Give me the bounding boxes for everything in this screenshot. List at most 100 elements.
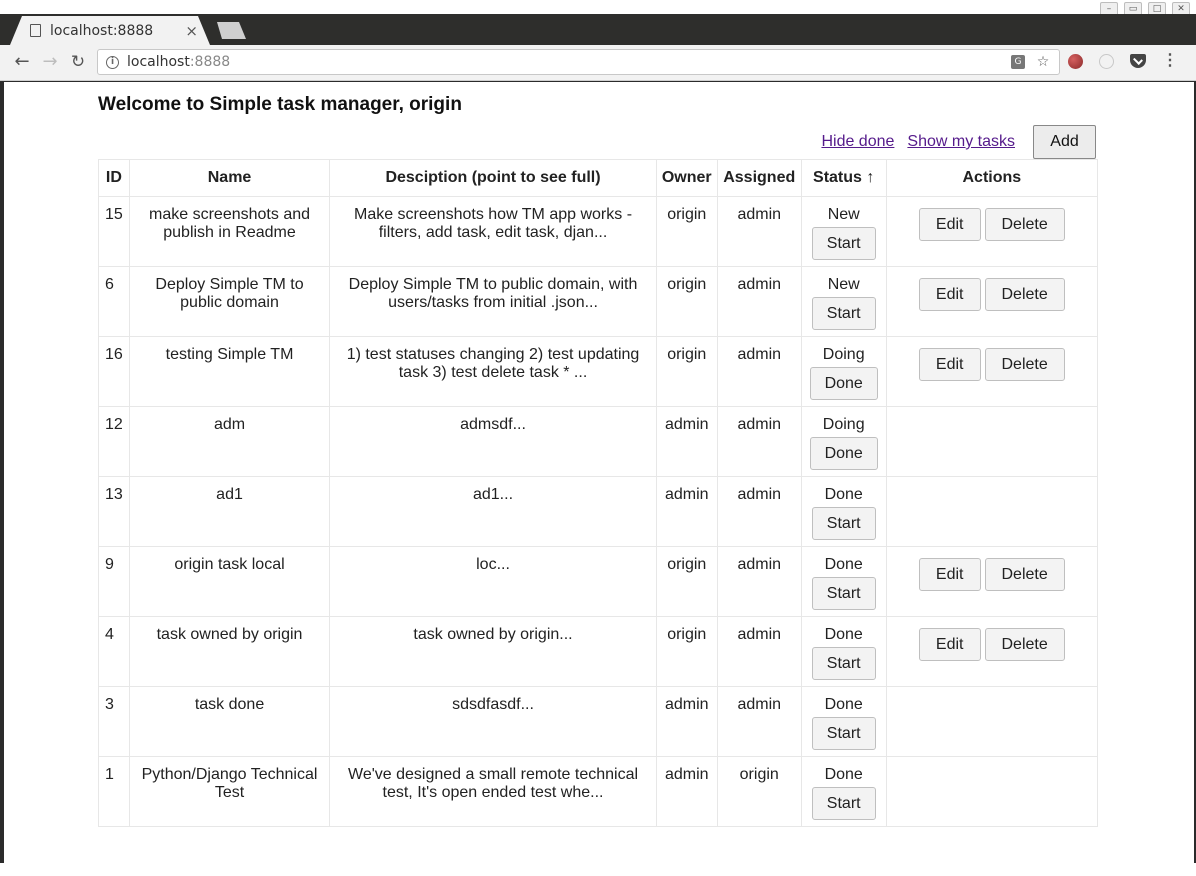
cell-assigned: admin [716, 616, 802, 687]
cell-actions: Edit Delete [885, 336, 1099, 407]
translate-icon[interactable]: G [1011, 55, 1025, 69]
cell-description[interactable]: loc... [329, 546, 657, 617]
bookmark-star-icon[interactable]: ☆ [1035, 53, 1051, 71]
browser-toolbar: ← → ↻ i localhost:8888 G ☆ ⋮ [0, 45, 1196, 81]
site-info-icon[interactable]: i [106, 55, 119, 69]
cell-actions: Edit Delete [885, 266, 1099, 337]
cell-status: Done Start [800, 546, 887, 617]
cell-name: origin task local [128, 546, 331, 617]
cell-id: 12 [98, 406, 130, 477]
delete-button[interactable]: Delete [984, 208, 1065, 241]
add-task-button[interactable]: Add [1033, 125, 1096, 159]
page-viewport: Welcome to Simple task manager, origin H… [4, 82, 1194, 863]
cell-description[interactable]: sdsdfasdf... [329, 686, 657, 757]
cell-description[interactable]: Deploy Simple TM to public domain, with … [329, 266, 657, 337]
cell-assigned: admin [716, 266, 802, 337]
task-controls: Hide done Show my tasks Add [821, 125, 1096, 159]
extensions-area: ⋮ [1068, 53, 1178, 69]
cell-id: 15 [98, 196, 130, 267]
cell-name: testing Simple TM [128, 336, 331, 407]
status-change-button[interactable]: Start [811, 647, 876, 680]
reload-icon[interactable]: ↻ [66, 51, 90, 73]
cell-name: task owned by origin [128, 616, 331, 687]
cell-actions: Edit Delete [885, 616, 1099, 687]
edit-button[interactable]: Edit [918, 278, 981, 311]
header-owner[interactable]: Owner [655, 159, 718, 197]
new-tab-button[interactable] [217, 22, 246, 39]
table-row: 3 task done sdsdfasdf... admin admin Done Star… [98, 686, 1099, 757]
tab-close-icon[interactable]: × [185, 22, 198, 40]
status-text: Done [824, 626, 863, 643]
cell-owner: admin [655, 406, 718, 477]
header-actions: Actions [885, 159, 1099, 197]
tab-bar: localhost:8888 × [0, 14, 1196, 45]
edit-button[interactable]: Edit [918, 558, 981, 591]
cell-assigned: origin [716, 756, 802, 827]
status-text: New [827, 206, 860, 223]
ghost-extension-icon[interactable] [1099, 53, 1114, 69]
delete-button[interactable]: Delete [984, 628, 1065, 661]
header-id[interactable]: ID [98, 159, 130, 197]
tab-title: localhost:8888 [50, 22, 154, 39]
tomato-extension-icon[interactable] [1068, 53, 1083, 69]
cell-description[interactable]: Make screenshots how TM app works - filt… [329, 196, 657, 267]
delete-button[interactable]: Delete [984, 278, 1065, 311]
cell-actions: Edit Delete [885, 546, 1099, 617]
edit-button[interactable]: Edit [918, 208, 981, 241]
cell-description[interactable]: ad1... [329, 476, 657, 547]
cell-description[interactable]: 1) test statuses changing 2) test updati… [329, 336, 657, 407]
cell-owner: admin [655, 756, 718, 827]
header-assigned[interactable]: Assigned [716, 159, 802, 197]
cell-status: Doing Done [800, 406, 887, 477]
cell-status: Done Start [800, 686, 887, 757]
edit-button[interactable]: Edit [918, 348, 981, 381]
cell-assigned: admin [716, 546, 802, 617]
table-header-row: ID Name Desciption (point to see full) O… [98, 159, 1099, 197]
cell-owner: origin [655, 546, 718, 617]
header-status[interactable]: Status ↑ [800, 159, 887, 197]
header-name[interactable]: Name [128, 159, 331, 197]
cell-description[interactable]: We've designed a small remote technical … [329, 756, 657, 827]
cell-status: Doing Done [800, 336, 887, 407]
status-change-button[interactable]: Start [811, 507, 876, 540]
browser-menu-icon[interactable]: ⋮ [1162, 53, 1178, 69]
cell-id: 13 [98, 476, 130, 547]
cell-actions: Edit Delete [885, 196, 1099, 267]
show-my-tasks-link[interactable]: Show my tasks [907, 133, 1015, 151]
delete-button[interactable]: Delete [984, 348, 1065, 381]
url-host: localhost [127, 54, 190, 70]
cell-name: adm [128, 406, 331, 477]
table-row: 4 task owned by origin task owned by origi… [98, 616, 1099, 687]
status-change-button[interactable]: Start [811, 297, 876, 330]
edit-button[interactable]: Edit [918, 628, 981, 661]
cell-id: 3 [98, 686, 130, 757]
table-row: 15 make screenshots and publish in Readme… [98, 196, 1099, 267]
status-text: Done [824, 696, 863, 713]
cell-name: Deploy Simple TM to public domain [128, 266, 331, 337]
table-row: 12 adm admsdf... admin admin Doing Done [98, 406, 1099, 477]
hide-done-link[interactable]: Hide done [821, 133, 894, 151]
back-icon[interactable]: ← [10, 51, 34, 73]
status-change-button[interactable]: Start [811, 787, 876, 820]
cell-owner: admin [655, 476, 718, 547]
browser-tab[interactable]: localhost:8888 × [10, 16, 210, 45]
status-change-button[interactable]: Done [809, 367, 878, 400]
address-bar[interactable]: i localhost:8888 G ☆ [97, 49, 1060, 75]
cell-status: Done Start [800, 616, 887, 687]
forward-icon[interactable]: → [38, 51, 62, 73]
pocket-extension-icon[interactable] [1130, 54, 1146, 68]
header-description[interactable]: Desciption (point to see full) [329, 159, 657, 197]
status-text: Doing [822, 416, 865, 433]
address-bar-actions: G ☆ [1011, 53, 1051, 71]
cell-description[interactable]: task owned by origin... [329, 616, 657, 687]
delete-button[interactable]: Delete [984, 558, 1065, 591]
cell-description[interactable]: admsdf... [329, 406, 657, 477]
status-change-button[interactable]: Start [811, 577, 876, 610]
status-change-button[interactable]: Start [811, 227, 876, 260]
cell-assigned: admin [716, 196, 802, 267]
cell-owner: origin [655, 196, 718, 267]
status-change-button[interactable]: Done [809, 437, 878, 470]
cell-name: Python/Django Technical Test [128, 756, 331, 827]
cell-assigned: admin [716, 686, 802, 757]
status-change-button[interactable]: Start [811, 717, 876, 750]
